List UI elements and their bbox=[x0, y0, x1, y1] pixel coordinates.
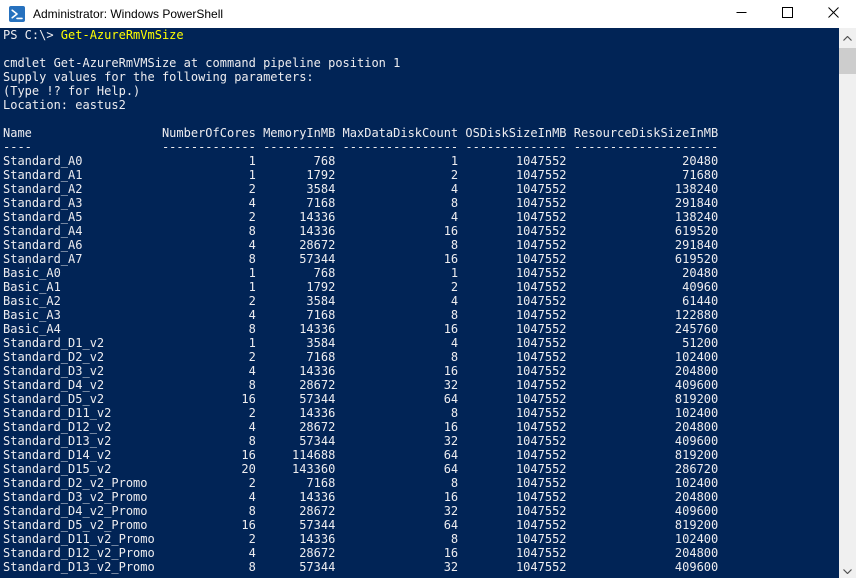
command-line: PS C:\> Get-AzureRmVmSize bbox=[3, 28, 839, 42]
table-row-text: Standard_D13_v2 8 57344 32 1047552 40960… bbox=[3, 434, 719, 448]
message-text: Location: eastus2 bbox=[3, 98, 126, 112]
table-row: Standard_D11_v2_Promo 2 14336 8 1047552 … bbox=[3, 532, 839, 546]
console-message: Location: eastus2 bbox=[3, 98, 839, 112]
table-row: Standard_D12_v2_Promo 4 28672 16 1047552… bbox=[3, 546, 839, 560]
table-row: Standard_A2 2 3584 4 1047552 138240 bbox=[3, 182, 839, 196]
table-row-text: Basic_A3 4 7168 8 1047552 122880 bbox=[3, 308, 719, 322]
command-text: Get-AzureRmVmSize bbox=[60, 28, 184, 42]
window-title: Administrator: Windows PowerShell bbox=[33, 7, 224, 21]
table-row: Basic_A2 2 3584 4 1047552 61440 bbox=[3, 294, 839, 308]
table-row: Standard_A5 2 14336 4 1047552 138240 bbox=[3, 210, 839, 224]
table-header-text: Name NumberOfCores MemoryInMB MaxDataDis… bbox=[3, 126, 719, 140]
table-row: Standard_D3_v2 4 14336 16 1047552 204800 bbox=[3, 364, 839, 378]
table-row: Standard_D4_v2 8 28672 32 1047552 409600 bbox=[3, 378, 839, 392]
table-row-text: Basic_A4 8 14336 16 1047552 245760 bbox=[3, 322, 719, 336]
table-row: Standard_D13_v2 8 57344 32 1047552 40960… bbox=[3, 434, 839, 448]
table-row: Standard_A0 1 768 1 1047552 20480 bbox=[3, 154, 839, 168]
chevron-down-icon bbox=[843, 561, 852, 578]
table-row-text: Standard_D11_v2_Promo 2 14336 8 1047552 … bbox=[3, 532, 719, 546]
table-row-text: Standard_D4_v2_Promo 8 28672 32 1047552 … bbox=[3, 504, 719, 518]
table-row-text: Standard_D5_v2 16 57344 64 1047552 81920… bbox=[3, 392, 719, 406]
table-row-text: Standard_D2_v2 2 7168 8 1047552 102400 bbox=[3, 350, 719, 364]
table-row-text: Standard_D13_v2_Promo 8 57344 32 1047552… bbox=[3, 560, 719, 574]
table-row: Standard_D13_v2_Promo 8 57344 32 1047552… bbox=[3, 560, 839, 574]
maximize-button[interactable] bbox=[764, 0, 810, 28]
table-row-text: Standard_D14_v2 16 114688 64 1047552 819… bbox=[3, 448, 719, 462]
table-row: Basic_A3 4 7168 8 1047552 122880 bbox=[3, 308, 839, 322]
message-text: cmdlet Get-AzureRmVMSize at command pipe… bbox=[3, 56, 401, 70]
table-row-text: Standard_A3 4 7168 8 1047552 291840 bbox=[3, 196, 719, 210]
table-row-text: Standard_D12_v2 4 28672 16 1047552 20480… bbox=[3, 420, 719, 434]
table-row: Standard_D4_v2_Promo 8 28672 32 1047552 … bbox=[3, 504, 839, 518]
table-row-text: Standard_D3_v2_Promo 4 14336 16 1047552 … bbox=[3, 490, 719, 504]
maximize-icon bbox=[781, 5, 793, 23]
table-row: Standard_A6 4 28672 8 1047552 291840 bbox=[3, 238, 839, 252]
table-header: Name NumberOfCores MemoryInMB MaxDataDis… bbox=[3, 126, 839, 140]
message-text: Supply values for the following paramete… bbox=[3, 70, 314, 84]
table-row: Standard_D2_v2 2 7168 8 1047552 102400 bbox=[3, 350, 839, 364]
table-row-text: Standard_A7 8 57344 16 1047552 619520 bbox=[3, 252, 719, 266]
table-separator: ---- ------------- ---------- ----------… bbox=[3, 140, 839, 154]
table-row-text: Standard_A0 1 768 1 1047552 20480 bbox=[3, 154, 719, 168]
minimize-icon bbox=[736, 5, 747, 23]
console-output[interactable]: PS C:\> Get-AzureRmVmSize cmdlet Get-Azu… bbox=[0, 28, 839, 578]
scrollbar[interactable] bbox=[839, 28, 856, 578]
table-row: Basic_A0 1 768 1 1047552 20480 bbox=[3, 266, 839, 280]
minimize-button[interactable] bbox=[718, 0, 764, 28]
console-message: cmdlet Get-AzureRmVMSize at command pipe… bbox=[3, 56, 839, 70]
console-message: (Type !? for Help.) bbox=[3, 84, 839, 98]
scroll-down-button[interactable] bbox=[839, 561, 856, 578]
table-row: Standard_A3 4 7168 8 1047552 291840 bbox=[3, 196, 839, 210]
table-row-text: Standard_D5_v2_Promo 16 57344 64 1047552… bbox=[3, 518, 719, 532]
table-row-text: Basic_A0 1 768 1 1047552 20480 bbox=[3, 266, 719, 280]
scroll-up-button[interactable] bbox=[839, 28, 856, 45]
table-row-text: Standard_A6 4 28672 8 1047552 291840 bbox=[3, 238, 719, 252]
table-row: Basic_A1 1 1792 2 1047552 40960 bbox=[3, 280, 839, 294]
table-row: Standard_D12_v2 4 28672 16 1047552 20480… bbox=[3, 420, 839, 434]
scrollbar-thumb[interactable] bbox=[839, 48, 856, 74]
table-row-text: Standard_D11_v2 2 14336 8 1047552 102400 bbox=[3, 406, 719, 420]
table-row: Standard_D5_v2_Promo 16 57344 64 1047552… bbox=[3, 518, 839, 532]
console-lines: PS C:\> Get-AzureRmVmSize cmdlet Get-Azu… bbox=[3, 28, 839, 574]
close-button[interactable] bbox=[810, 0, 856, 28]
table-row-text: Standard_D4_v2 8 28672 32 1047552 409600 bbox=[3, 378, 719, 392]
table-row: Standard_A4 8 14336 16 1047552 619520 bbox=[3, 224, 839, 238]
table-row: Basic_A4 8 14336 16 1047552 245760 bbox=[3, 322, 839, 336]
table-row-text: Standard_A4 8 14336 16 1047552 619520 bbox=[3, 224, 719, 238]
table-row-text: Standard_D12_v2_Promo 4 28672 16 1047552… bbox=[3, 546, 719, 560]
table-row: Standard_D1_v2 1 3584 4 1047552 51200 bbox=[3, 336, 839, 350]
title-bar[interactable]: Administrator: Windows PowerShell bbox=[0, 0, 856, 28]
table-row-text: Standard_A2 2 3584 4 1047552 138240 bbox=[3, 182, 719, 196]
table-row: Standard_D3_v2_Promo 4 14336 16 1047552 … bbox=[3, 490, 839, 504]
close-icon bbox=[827, 5, 839, 23]
table-row-text: Basic_A1 1 1792 2 1047552 40960 bbox=[3, 280, 719, 294]
powershell-window: Administrator: Windows PowerShell PS C:\… bbox=[0, 0, 856, 578]
caption-buttons bbox=[718, 0, 856, 28]
table-row: Standard_D14_v2 16 114688 64 1047552 819… bbox=[3, 448, 839, 462]
table-row: Standard_D2_v2_Promo 2 7168 8 1047552 10… bbox=[3, 476, 839, 490]
table-row: Standard_A1 1 1792 2 1047552 71680 bbox=[3, 168, 839, 182]
console-message: Supply values for the following paramete… bbox=[3, 70, 839, 84]
table-row-text: Standard_A1 1 1792 2 1047552 71680 bbox=[3, 168, 719, 182]
table-row: Standard_D11_v2 2 14336 8 1047552 102400 bbox=[3, 406, 839, 420]
message-text: (Type !? for Help.) bbox=[3, 84, 141, 98]
table-row-text: Standard_D1_v2 1 3584 4 1047552 51200 bbox=[3, 336, 719, 350]
table-row-text: Standard_A5 2 14336 4 1047552 138240 bbox=[3, 210, 719, 224]
table-row-text: Basic_A2 2 3584 4 1047552 61440 bbox=[3, 294, 719, 308]
table-row: Standard_D15_v2 20 143360 64 1047552 286… bbox=[3, 462, 839, 476]
table-row: Standard_A7 8 57344 16 1047552 619520 bbox=[3, 252, 839, 266]
powershell-icon bbox=[9, 6, 25, 22]
table-row: Standard_D5_v2 16 57344 64 1047552 81920… bbox=[3, 392, 839, 406]
table-row-text: Standard_D15_v2 20 143360 64 1047552 286… bbox=[3, 462, 719, 476]
table-row-text: Standard_D3_v2 4 14336 16 1047552 204800 bbox=[3, 364, 719, 378]
table-row-text: Standard_D2_v2_Promo 2 7168 8 1047552 10… bbox=[3, 476, 719, 490]
prompt-text: PS C:\> bbox=[3, 28, 61, 42]
chevron-up-icon bbox=[843, 28, 852, 46]
table-separator-text: ---- ------------- ---------- ----------… bbox=[3, 140, 719, 154]
